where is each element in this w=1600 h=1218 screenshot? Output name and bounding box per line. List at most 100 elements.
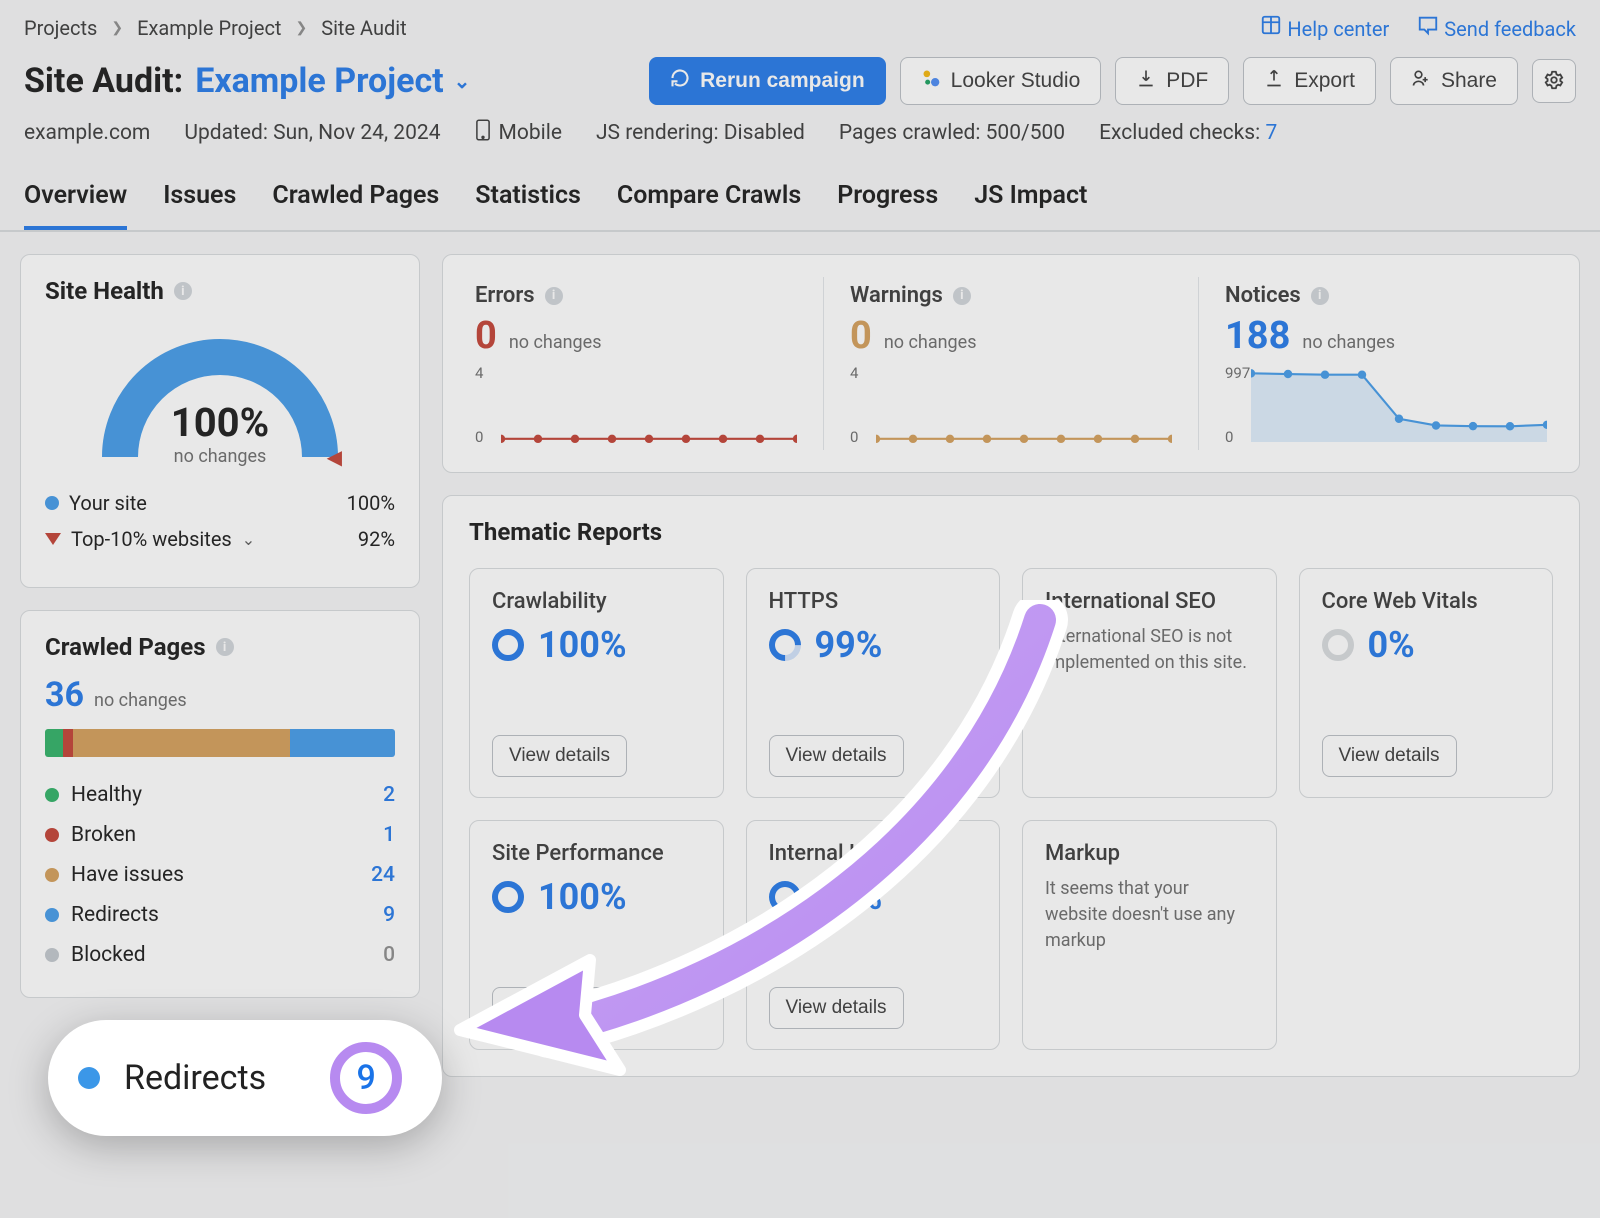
view-details-button[interactable]: View details <box>492 735 627 777</box>
info-icon[interactable]: i <box>545 287 563 305</box>
top10-toggle[interactable]: Top-10% websites ⌄ <box>45 527 255 551</box>
stat-notices[interactable]: Notices i 188 no changes 997 0 <box>1198 277 1573 450</box>
chevron-right-icon: ❯ <box>111 20 123 36</box>
looker-icon <box>921 68 941 94</box>
site-health-gauge: 100% no changes ◀ <box>100 337 340 467</box>
help-center-label: Help center <box>1287 17 1389 41</box>
stat-errors[interactable]: Errors i 0 no changes 4 0 <box>449 277 823 450</box>
stat-value: 0 <box>850 314 872 358</box>
site-health-card: Site Health i 100% no changes ◀ <box>20 254 420 588</box>
thematic-card-title: Site Performance <box>492 841 701 866</box>
meta-excluded-count[interactable]: 7 <box>1265 121 1277 145</box>
view-details-button[interactable]: View details <box>1322 735 1457 777</box>
info-icon[interactable]: i <box>1311 287 1329 305</box>
gauge-marker-icon: ◀ <box>327 445 342 469</box>
thematic-card: HTTPS 99% View details <box>746 568 1001 798</box>
thematic-percent: 99% <box>815 876 883 918</box>
crawled-row[interactable]: Redirects 9 <box>45 895 395 935</box>
thematic-card-title: Crawlability <box>492 589 701 614</box>
crawled-row[interactable]: Broken 1 <box>45 815 395 855</box>
tab-crawled-pages[interactable]: Crawled Pages <box>272 181 439 230</box>
view-details-button[interactable]: View details <box>492 987 627 1029</box>
meta-device: Mobile <box>475 119 562 147</box>
project-selector[interactable]: Example Project ⌄ <box>195 61 470 101</box>
view-details-button[interactable]: View details <box>769 735 904 777</box>
share-button[interactable]: Share <box>1390 57 1518 105</box>
dot-icon <box>45 868 59 882</box>
crawled-value[interactable]: 36 <box>45 675 84 715</box>
chevron-down-icon: ⌄ <box>242 530 255 549</box>
dot-icon <box>45 788 59 802</box>
tabs: Overview Issues Crawled Pages Statistics… <box>0 167 1600 232</box>
tab-statistics[interactable]: Statistics <box>475 181 581 230</box>
crawled-row-label: Have issues <box>71 863 184 887</box>
download-icon <box>1136 68 1156 94</box>
rerun-campaign-button[interactable]: Rerun campaign <box>649 57 886 105</box>
share-label: Share <box>1441 69 1497 93</box>
pdf-label: PDF <box>1166 69 1208 93</box>
pdf-button[interactable]: PDF <box>1115 57 1229 105</box>
view-details-button[interactable]: View details <box>769 987 904 1029</box>
meta-excluded-label: Excluded checks: <box>1099 121 1260 145</box>
meta-excluded: Excluded checks: 7 <box>1099 121 1277 145</box>
info-icon[interactable]: i <box>216 638 234 656</box>
top10-label: Top-10% websites <box>71 527 232 551</box>
meta-device-label: Mobile <box>499 121 562 145</box>
tab-overview[interactable]: Overview <box>24 181 127 230</box>
breadcrumb-projects[interactable]: Projects <box>24 16 97 40</box>
thematic-card: Site Performance 100% View details <box>469 820 724 1050</box>
breadcrumb-current: Site Audit <box>321 16 407 40</box>
tab-progress[interactable]: Progress <box>837 181 938 230</box>
tab-issues[interactable]: Issues <box>163 181 236 230</box>
legend-your-site: Your site <box>69 491 147 515</box>
progress-ring-icon <box>492 881 524 913</box>
export-button[interactable]: Export <box>1243 57 1376 105</box>
thematic-percent: 99% <box>815 624 883 666</box>
progress-ring-icon <box>1322 629 1354 661</box>
breadcrumb-project[interactable]: Example Project <box>137 16 281 40</box>
tab-compare-crawls[interactable]: Compare Crawls <box>617 181 801 230</box>
legend-your-site-value: 100% <box>347 491 395 515</box>
stat-warnings[interactable]: Warnings i 0 no changes 4 0 <box>823 277 1198 450</box>
meta-js: JS rendering: Disabled <box>596 121 805 145</box>
send-feedback-link[interactable]: Send feedback <box>1417 14 1576 41</box>
crawled-row-label: Broken <box>71 823 136 847</box>
meta-crawled: Pages crawled: 500/500 <box>839 121 1065 145</box>
thematic-card: International SEO International SEO is n… <box>1022 568 1277 798</box>
thematic-card: Internal Linking 99% View details <box>746 820 1001 1050</box>
project-name: Example Project <box>195 61 443 101</box>
stat-sub: no changes <box>1302 332 1395 353</box>
dot-icon <box>45 908 59 922</box>
share-icon <box>1411 68 1431 94</box>
thematic-card-title: International SEO <box>1045 589 1254 614</box>
gear-icon <box>1543 69 1565 94</box>
refresh-icon <box>670 68 690 94</box>
rerun-label: Rerun campaign <box>700 69 865 93</box>
thematic-card-title: Markup <box>1045 841 1254 866</box>
crawled-bar <box>45 729 395 757</box>
site-health-title: Site Health <box>45 277 164 305</box>
stat-sub: no changes <box>884 332 977 353</box>
stat-title: Notices <box>1225 283 1301 308</box>
tab-js-impact[interactable]: JS Impact <box>974 181 1087 230</box>
crawled-row[interactable]: Have issues 24 <box>45 855 395 895</box>
info-icon[interactable]: i <box>174 282 192 300</box>
breadcrumb: Projects ❯ Example Project ❯ Site Audit <box>24 16 407 40</box>
meta-domain: example.com <box>24 121 150 145</box>
thematic-note: It seems that your website doesn't use a… <box>1045 876 1254 954</box>
progress-ring-icon <box>762 622 807 667</box>
crawled-row[interactable]: Healthy 2 <box>45 775 395 815</box>
settings-button[interactable] <box>1532 59 1576 103</box>
thematic-percent: 0% <box>1368 624 1415 666</box>
help-center-link[interactable]: Help center <box>1260 14 1389 41</box>
thematic-percent: 100% <box>538 624 627 666</box>
mobile-icon <box>475 119 491 147</box>
info-icon[interactable]: i <box>953 287 971 305</box>
looker-studio-button[interactable]: Looker Studio <box>900 57 1102 105</box>
stat-sub: no changes <box>509 332 602 353</box>
thematic-card: Markup It seems that your website doesn'… <box>1022 820 1277 1050</box>
crawled-row[interactable]: Blocked 0 <box>45 935 395 975</box>
stat-value: 188 <box>1225 314 1290 358</box>
crawled-row-label: Redirects <box>71 903 159 927</box>
crawled-sub: no changes <box>94 690 187 711</box>
